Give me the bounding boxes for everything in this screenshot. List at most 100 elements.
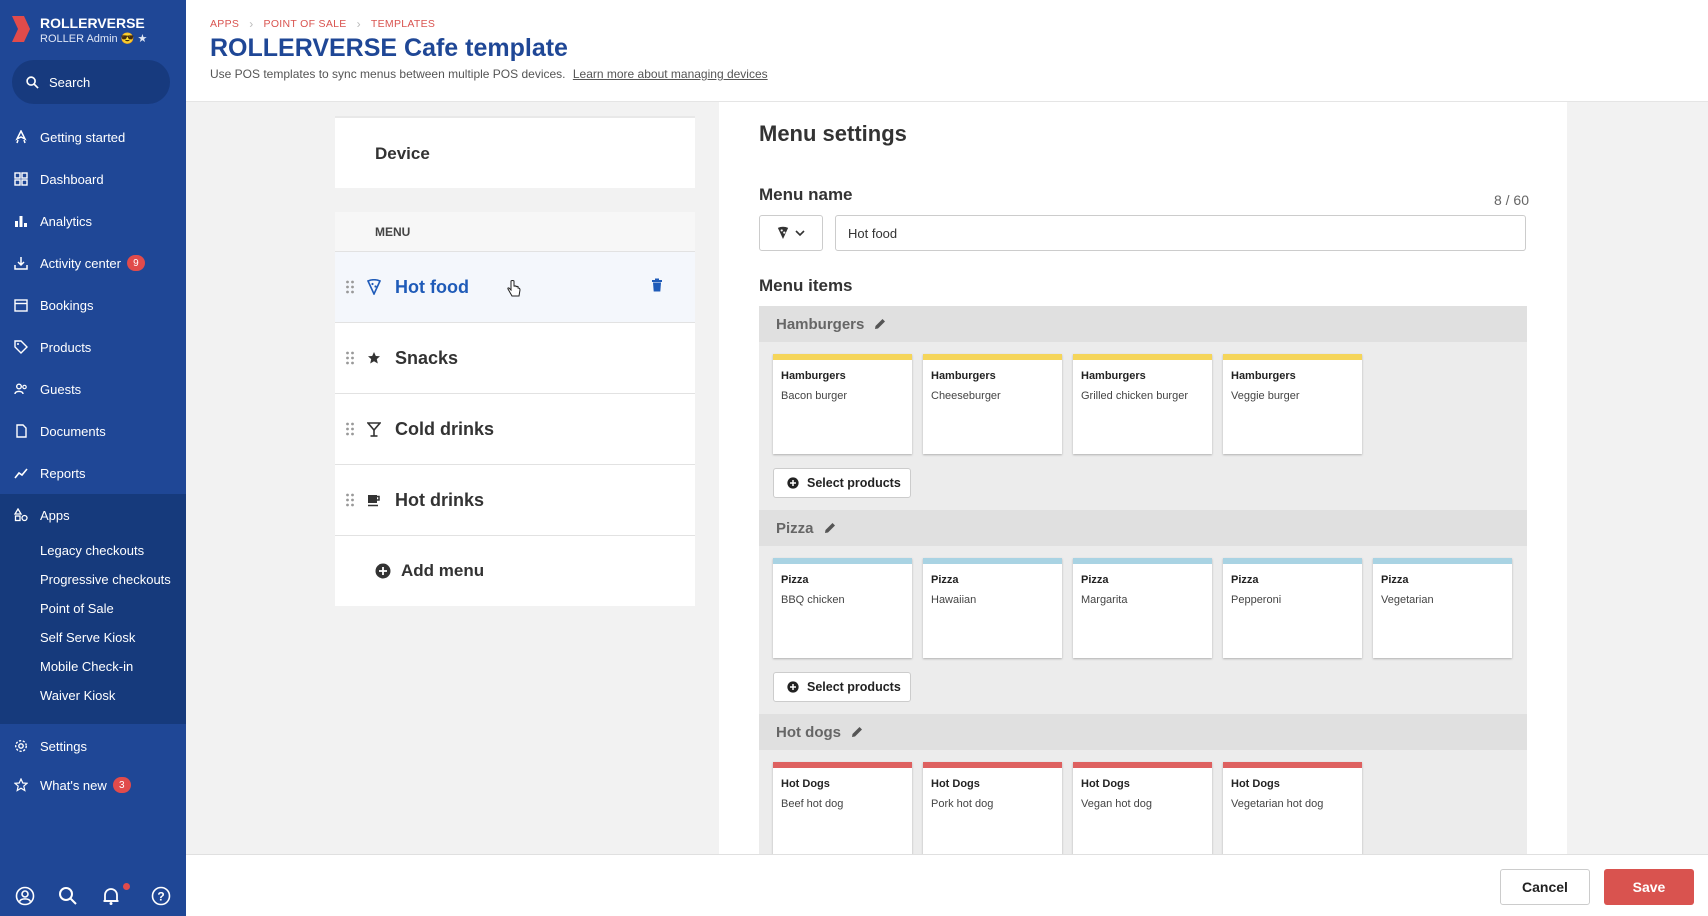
sidebar-item-getting-started[interactable]: Getting started	[0, 116, 186, 158]
cancel-button[interactable]: Cancel	[1500, 869, 1590, 905]
card-product: Vegetarian hot dog	[1231, 798, 1324, 810]
card-product: Cheeseburger	[931, 390, 1001, 402]
sidebar-item-label: Apps	[40, 507, 70, 523]
character-counter: 8 / 60	[1493, 192, 1529, 208]
menu-group-hot-dogs: Hot dogs Hot Dogs Beef hot dog Hot Dogs Po…	[759, 714, 1527, 854]
breadcrumb-templates[interactable]: TEMPLATES	[371, 18, 435, 30]
bar-chart-icon	[15, 216, 27, 227]
product-card[interactable]: Hamburgers Bacon burger	[773, 354, 912, 454]
menu-icon-select[interactable]	[759, 215, 823, 251]
product-card[interactable]: Pizza Pepperoni	[1223, 558, 1362, 658]
breadcrumb-point-of-sale[interactable]: POINT OF SALE	[264, 18, 347, 30]
product-card[interactable]: Hamburgers Cheeseburger	[923, 354, 1062, 454]
card-product: Pepperoni	[1231, 594, 1282, 606]
drag-handle-icon[interactable]	[345, 350, 355, 366]
sidebar-item-reports[interactable]: Reports	[0, 452, 186, 494]
select-products-button[interactable]: Select products	[773, 672, 911, 702]
product-card[interactable]: Pizza Vegetarian	[1373, 558, 1512, 658]
star-icon	[14, 778, 28, 792]
card-product: Hawaiian	[931, 594, 977, 606]
menu-group-hamburgers: Hamburgers Hamburgers Bacon burger Hambur…	[759, 306, 1527, 510]
apps-sub-legacy-checkouts[interactable]: Legacy checkouts	[0, 536, 186, 565]
menu-row-snacks[interactable]: Snacks	[335, 323, 695, 394]
card-category: Pizza	[781, 574, 809, 586]
sidebar-item-guests[interactable]: Guests	[0, 368, 186, 410]
menu-row-cold-drinks[interactable]: Cold drinks	[335, 394, 695, 465]
sidebar-item-whats-new[interactable]: What's new 3	[0, 766, 186, 804]
pencil-edit-icon[interactable]	[874, 318, 886, 330]
card-category: Hot Dogs	[931, 778, 980, 790]
search-label: Search	[49, 74, 91, 90]
search-icon[interactable]	[58, 886, 78, 906]
sidebar-item-settings[interactable]: Settings	[0, 726, 186, 766]
device-card[interactable]: Device	[335, 116, 695, 188]
sidebar-item-apps[interactable]: Apps	[0, 494, 186, 536]
dashboard-icon	[14, 172, 28, 186]
sidebar-search[interactable]: Search	[12, 60, 170, 104]
coffee-cup-icon	[367, 493, 381, 507]
trash-icon[interactable]	[651, 278, 663, 292]
product-card[interactable]: Pizza BBQ chicken	[773, 558, 912, 658]
drag-handle-icon[interactable]	[345, 279, 355, 295]
apps-sub-progressive-checkouts[interactable]: Progressive checkouts	[0, 565, 186, 594]
sidebar-item-label: Guests	[40, 381, 82, 397]
page-title: ROLLERVERSE Cafe template	[210, 34, 568, 62]
breadcrumb-apps[interactable]: APPS	[210, 18, 239, 30]
sidebar-item-label: Settings	[40, 738, 87, 754]
apps-sub-point-of-sale[interactable]: Point of Sale	[0, 594, 186, 623]
product-card[interactable]: Hot Dogs Vegetarian hot dog	[1223, 762, 1362, 854]
card-product: Veggie burger	[1231, 390, 1300, 402]
apps-sub-self-serve-kiosk[interactable]: Self Serve Kiosk	[0, 623, 186, 652]
drag-handle-icon[interactable]	[345, 421, 355, 437]
sidebar-item-dashboard[interactable]: Dashboard	[0, 158, 186, 200]
sidebar-item-products[interactable]: Products	[0, 326, 186, 368]
product-card[interactable]: Hamburgers Veggie burger	[1223, 354, 1362, 454]
save-button[interactable]: Save	[1604, 869, 1694, 905]
select-products-button[interactable]: Select products	[773, 468, 911, 498]
pizza-slice-icon	[367, 279, 381, 295]
product-card[interactable]: Hot Dogs Vegan hot dog	[1073, 762, 1212, 854]
action-bar: Cancel Save	[186, 854, 1708, 916]
product-card[interactable]: Pizza Hawaiian	[923, 558, 1062, 658]
pencil-edit-icon[interactable]	[824, 522, 836, 534]
sidebar-item-analytics[interactable]: Analytics	[0, 200, 186, 242]
menu-settings-panel: Menu settings Menu name 8 / 60 Menu item…	[719, 102, 1567, 854]
brand[interactable]: ROLLERVERSE ROLLER Admin 😎 ★	[10, 14, 147, 46]
svg-text:?: ?	[157, 890, 164, 904]
sidebar-item-label: Bookings	[40, 297, 94, 313]
sidebar-item-activity-center[interactable]: Activity center 9	[0, 242, 186, 284]
menu-name-input[interactable]	[835, 215, 1526, 251]
card-category: Pizza	[1381, 574, 1409, 586]
product-card[interactable]: Hot Dogs Beef hot dog	[773, 762, 912, 854]
sidebar-item-bookings[interactable]: Bookings	[0, 284, 186, 326]
pencil-edit-icon[interactable]	[851, 726, 863, 738]
hand-cursor-icon	[507, 280, 521, 297]
calendar-icon	[14, 299, 28, 312]
apps-sub-waiver-kiosk[interactable]: Waiver Kiosk	[0, 681, 186, 710]
product-card[interactable]: Hot Dogs Pork hot dog	[923, 762, 1062, 854]
card-category: Hot Dogs	[781, 778, 830, 790]
account-icon[interactable]	[15, 886, 35, 906]
drag-handle-icon[interactable]	[345, 492, 355, 508]
menu-list: MENU Hot food Snacks Cold drinks Hot dri…	[335, 212, 695, 606]
learn-more-link[interactable]: Learn more about managing devices	[573, 67, 768, 81]
menu-items-label: Menu items	[759, 276, 853, 295]
sidebar-footer: ?	[0, 876, 186, 916]
bell-icon[interactable]	[101, 883, 130, 906]
plus-circle-icon	[787, 477, 799, 489]
card-category: Pizza	[931, 574, 959, 586]
card-product: Pork hot dog	[931, 798, 994, 810]
help-icon[interactable]: ?	[151, 886, 171, 906]
sidebar-item-label: Activity center	[40, 255, 121, 271]
add-menu-button[interactable]: Add menu	[335, 536, 695, 606]
menu-row-hot-drinks[interactable]: Hot drinks	[335, 465, 695, 536]
menu-row-hot-food[interactable]: Hot food	[335, 252, 695, 323]
plus-circle-icon	[375, 563, 391, 579]
apps-sub-mobile-check-in[interactable]: Mobile Check-in	[0, 652, 186, 681]
product-card[interactable]: Pizza Margarita	[1073, 558, 1212, 658]
trend-line-icon	[14, 468, 28, 479]
card-product: Bacon burger	[781, 390, 848, 402]
sidebar-item-documents[interactable]: Documents	[0, 410, 186, 452]
product-card[interactable]: Hamburgers Grilled chicken burger	[1073, 354, 1212, 454]
sidebar-bottom-nav: Settings What's new 3	[0, 726, 186, 804]
